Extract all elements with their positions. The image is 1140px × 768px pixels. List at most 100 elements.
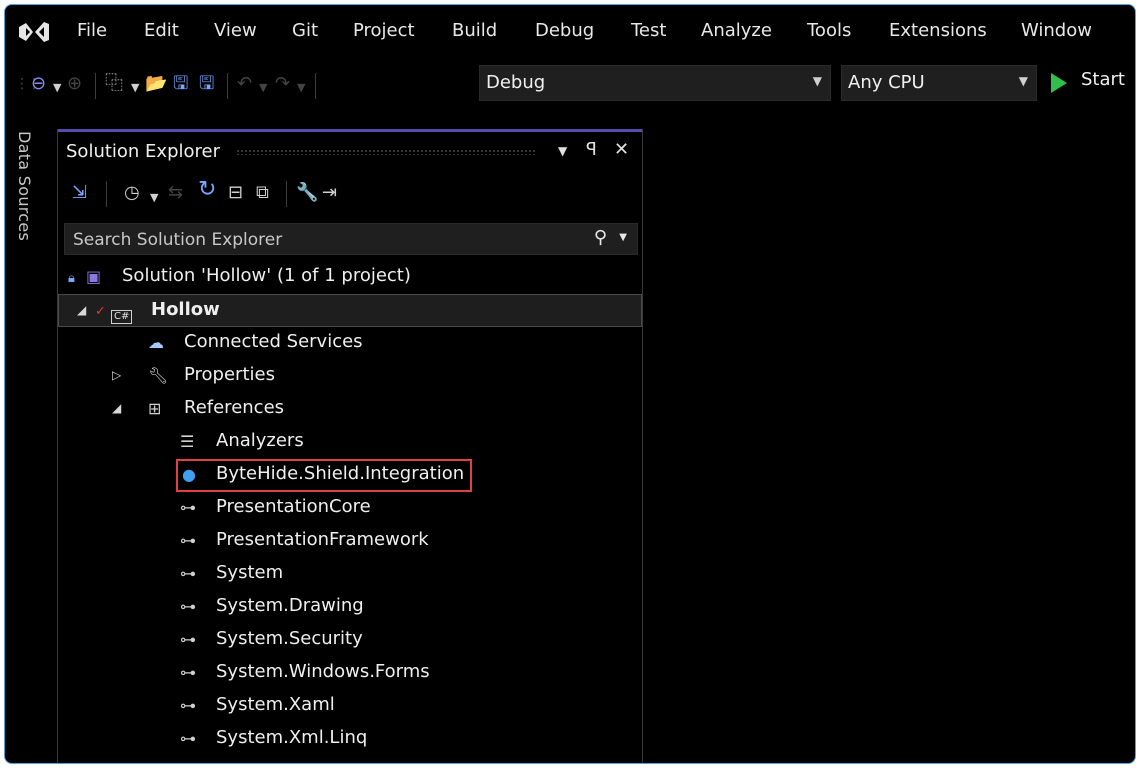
- reference-label: System.Xaml: [216, 694, 335, 715]
- connected-services-label: Connected Services: [184, 331, 363, 352]
- solution-configuration-select[interactable]: Debug ▼: [479, 65, 831, 101]
- tree-item-reference[interactable]: ⊶ System: [58, 558, 642, 591]
- assembly-reference-icon: ⊶: [180, 498, 196, 517]
- sync-active-document-icon: ⇆: [168, 182, 184, 203]
- reference-label: System.Xml.Linq: [216, 727, 368, 748]
- back-dropdown-icon[interactable]: ▼: [53, 77, 61, 99]
- menu-file[interactable]: File: [77, 19, 107, 43]
- menu-extensions[interactable]: Extensions: [889, 19, 987, 43]
- toolbar-separator: [315, 73, 316, 99]
- tree-item-reference[interactable]: ⊶ System.Drawing: [58, 591, 642, 624]
- visual-studio-logo-icon[interactable]: [17, 19, 51, 45]
- properties-label: Properties: [184, 364, 275, 385]
- chevron-down-icon: ▼: [812, 74, 822, 88]
- checked-in-icon: ✓: [95, 304, 106, 319]
- solution-label: Solution 'Hollow' (1 of 1 project): [122, 265, 411, 286]
- menu-edit[interactable]: Edit: [144, 19, 179, 43]
- close-icon[interactable]: ✕: [614, 139, 629, 160]
- tree-item-reference[interactable]: ⊶ PresentationFramework: [58, 525, 642, 558]
- navigate-back-icon[interactable]: ⊖: [31, 73, 46, 95]
- tree-item-reference[interactable]: ⊶ System.Security: [58, 624, 642, 657]
- solution-platform-select[interactable]: Any CPU ▼: [841, 65, 1037, 101]
- search-box: ⚲ ▼: [64, 223, 638, 256]
- assembly-reference-icon: ⊶: [180, 696, 196, 715]
- reference-label: Analyzers: [216, 430, 304, 451]
- connected-services-icon: ☁: [148, 333, 164, 352]
- lock-icon: 🔒︎: [68, 271, 75, 286]
- chevron-down-icon: ▼: [1018, 74, 1028, 88]
- app-window: File Edit View Git Project Build Debug T…: [4, 4, 1136, 764]
- menu-view[interactable]: View: [214, 19, 257, 43]
- collapse-arrow-icon[interactable]: ◢: [77, 303, 86, 317]
- references-label: References: [184, 397, 285, 418]
- refresh-icon[interactable]: ↻: [198, 178, 216, 202]
- reference-label: ByteHide.Shield.Integration: [216, 463, 465, 484]
- tree-item-reference[interactable]: ⊶ System.Xaml: [58, 690, 642, 723]
- references-icon: ⊞: [148, 399, 162, 418]
- menu-test[interactable]: Test: [631, 19, 666, 43]
- menu-analyze[interactable]: Analyze: [701, 19, 772, 43]
- pin-icon[interactable]: ꟼ: [586, 139, 597, 160]
- search-options-dropdown-icon[interactable]: ▼: [619, 232, 627, 243]
- assembly-reference-icon: ⊶: [180, 597, 196, 616]
- tree-item-connected-services[interactable]: ☁ Connected Services: [58, 327, 642, 360]
- pending-changes-filter-icon[interactable]: ◷: [124, 181, 140, 205]
- new-dropdown-icon[interactable]: ▼: [131, 77, 139, 99]
- properties-wrench-icon[interactable]: 🔧: [296, 181, 318, 205]
- solution-explorer-toolbar: ⇲ ◷ ▼ ⇆ ↻ ⊟ ⧉ 🔧 ⇥: [58, 177, 642, 211]
- toolbar-separator: [286, 181, 287, 207]
- configuration-value: Debug: [486, 72, 546, 93]
- menu-project[interactable]: Project: [353, 19, 415, 43]
- search-input[interactable]: [65, 224, 585, 256]
- collapse-arrow-icon[interactable]: ◢: [112, 401, 121, 415]
- save-icon[interactable]: 🖫: [173, 73, 188, 95]
- reference-label: System.Windows.Forms: [216, 661, 430, 682]
- reference-label: System.Security: [216, 628, 363, 649]
- tree-item-analyzers[interactable]: ☰ Analyzers: [58, 426, 642, 459]
- tree-item-references[interactable]: ◢ ⊞ References: [58, 393, 642, 426]
- tree-item-bytehide-shield[interactable]: ● ByteHide.Shield.Integration: [58, 459, 642, 492]
- switch-views-icon[interactable]: ⇲: [72, 181, 87, 205]
- tree-item-reference[interactable]: ⊶ PresentationCore: [58, 492, 642, 525]
- navigate-forward-icon: ⊕: [67, 73, 83, 94]
- menu-tools[interactable]: Tools: [807, 19, 851, 43]
- new-project-icon[interactable]: ⿻: [105, 73, 123, 95]
- redo-icon: ↷: [275, 73, 291, 94]
- start-label: Start: [1081, 69, 1125, 90]
- menu-bar: File Edit View Git Project Build Debug T…: [5, 5, 1135, 57]
- expand-arrow-icon[interactable]: ▷: [112, 368, 121, 382]
- save-all-icon[interactable]: 🖫: [199, 73, 214, 95]
- standard-toolbar: ⋮⋮ ⊖ ▼ ⊕ ⿻ ▼ 📂 🖫 🖫 ↶ ▼ ↷ ▼ Debug ▼ Any C…: [5, 63, 1135, 107]
- tree-item-reference[interactable]: ⊶ System.Windows.Forms: [58, 657, 642, 690]
- open-file-icon[interactable]: 📂: [145, 73, 167, 95]
- play-icon: [1051, 73, 1067, 93]
- menu-git[interactable]: Git: [292, 19, 318, 43]
- preview-selected-items-icon[interactable]: ⇥: [322, 181, 337, 205]
- collapse-all-icon[interactable]: ⊟: [228, 181, 243, 205]
- panel-drag-handle[interactable]: [236, 149, 536, 155]
- reference-label: System: [216, 562, 284, 583]
- project-label: Hollow: [151, 299, 220, 320]
- filter-dropdown-icon[interactable]: ▼: [150, 186, 158, 210]
- csharp-project-icon: C#: [111, 303, 133, 325]
- menu-debug[interactable]: Debug: [535, 19, 594, 43]
- show-all-files-icon[interactable]: ⧉: [256, 181, 269, 205]
- undo-icon: ↶: [237, 73, 253, 94]
- tree-item-properties[interactable]: ▷ 🔧︎ Properties: [58, 360, 642, 393]
- data-sources-tab[interactable]: Data Sources: [15, 131, 34, 241]
- undo-dropdown-icon: ▼: [259, 81, 268, 94]
- analyzers-icon: ☰: [180, 432, 195, 451]
- menu-window[interactable]: Window: [1021, 19, 1092, 43]
- window-position-dropdown-icon[interactable]: ▼: [558, 144, 567, 158]
- assembly-reference-icon: ⊶: [180, 630, 196, 649]
- tree-item-solution[interactable]: 🔒︎ ▣ Solution 'Hollow' (1 of 1 project): [58, 261, 642, 294]
- search-icon[interactable]: ⚲: [594, 227, 607, 248]
- nuget-package-icon: ●: [182, 465, 196, 484]
- assembly-reference-icon: ⊶: [180, 531, 196, 550]
- menu-build[interactable]: Build: [452, 19, 497, 43]
- tree-item-project-hollow[interactable]: ◢ ✓ C# Hollow: [58, 294, 642, 327]
- toolbar-separator: [227, 73, 228, 99]
- toolbar-separator: [106, 181, 107, 207]
- tree-item-reference[interactable]: ⊶ System.Xml.Linq: [58, 723, 642, 756]
- reference-label: System.Drawing: [216, 595, 364, 616]
